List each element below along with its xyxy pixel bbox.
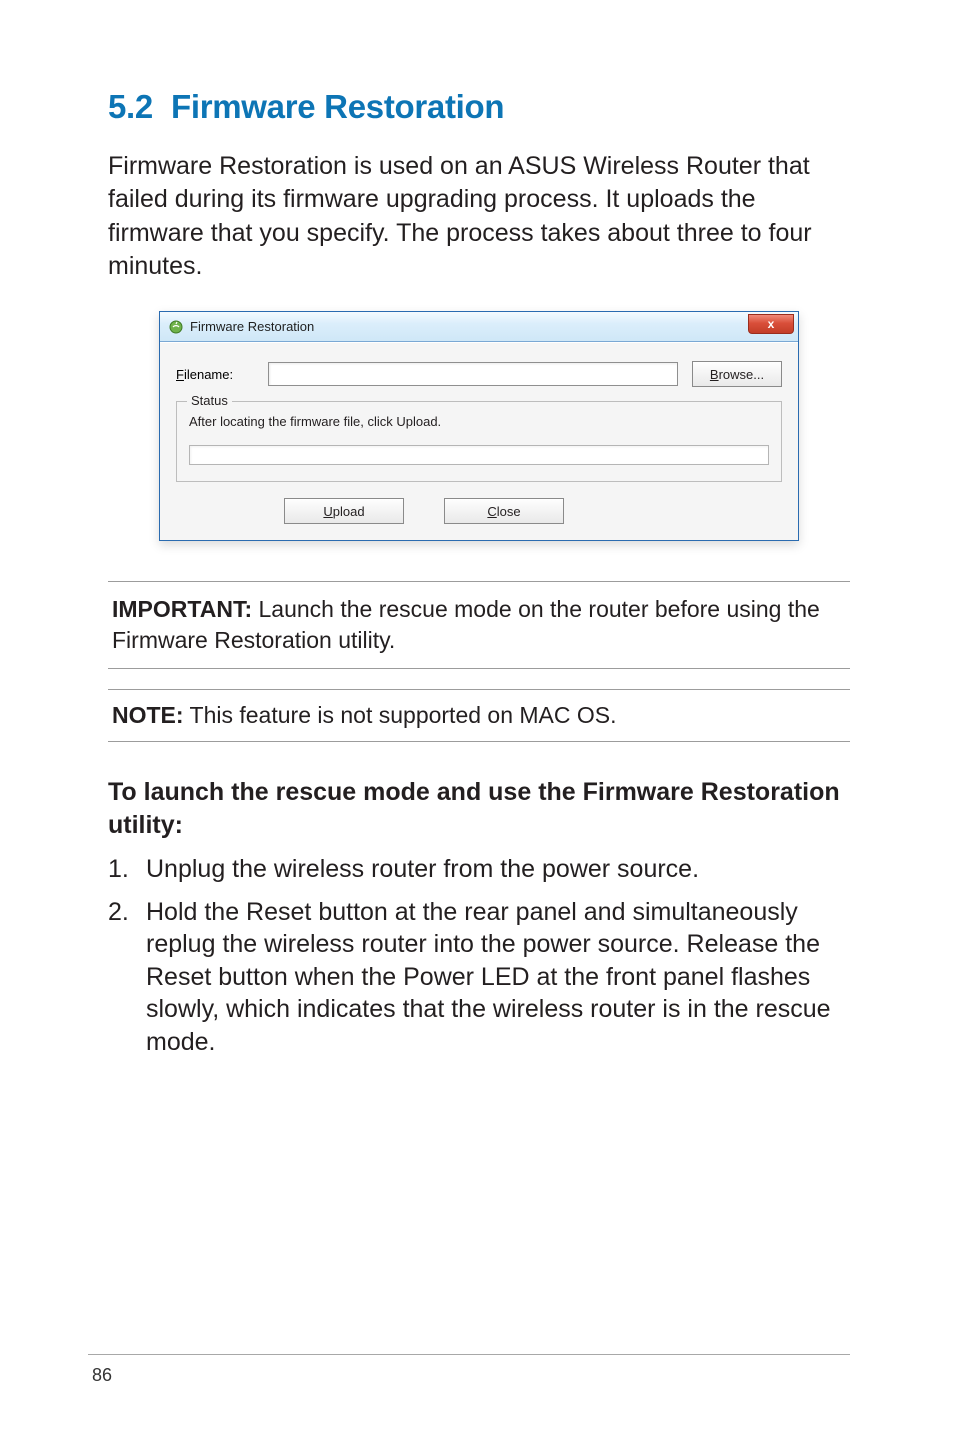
close-icon: x [768, 317, 775, 331]
list-item: Unplug the wireless router from the powe… [108, 853, 850, 886]
dialog-title: Firmware Restoration [190, 319, 748, 334]
filename-input[interactable] [268, 362, 678, 386]
dialog-body: Filename: Browse... Status After locatin… [160, 342, 798, 540]
important-label: IMPORTANT: [112, 596, 252, 622]
section-title: Firmware Restoration [171, 88, 504, 125]
footer-rule [88, 1354, 850, 1355]
procedure-subheading: To launch the rescue mode and use the Fi… [108, 776, 850, 841]
status-text: After locating the firmware file, click … [189, 414, 769, 429]
note-label: NOTE: [112, 702, 184, 728]
list-item: Hold the Reset button at the rear panel … [108, 896, 850, 1059]
app-icon [168, 319, 184, 335]
window-close-button[interactable]: x [748, 314, 794, 334]
status-legend: Status [187, 393, 232, 408]
dialog-screenshot: Firmware Restoration x Filename: Browse.… [108, 311, 850, 541]
section-heading: 5.2 Firmware Restoration [108, 88, 850, 126]
dialog-titlebar: Firmware Restoration x [160, 312, 798, 342]
page-footer: 86 [0, 1354, 954, 1386]
important-callout: IMPORTANT: Launch the rescue mode on the… [108, 581, 850, 669]
progress-bar [189, 445, 769, 465]
status-fieldset: Status After locating the firmware file,… [176, 401, 782, 482]
steps-list: Unplug the wireless router from the powe… [108, 853, 850, 1058]
upload-button[interactable]: Upload [284, 498, 404, 524]
intro-paragraph: Firmware Restoration is used on an ASUS … [108, 150, 850, 283]
note-callout: NOTE: This feature is not supported on M… [108, 689, 850, 742]
note-text: This feature is not supported on MAC OS. [184, 702, 617, 728]
section-number: 5.2 [108, 88, 153, 125]
firmware-restoration-dialog: Firmware Restoration x Filename: Browse.… [159, 311, 799, 541]
filename-label: Filename: [176, 367, 254, 382]
page-number: 86 [88, 1365, 850, 1386]
close-button[interactable]: Close [444, 498, 564, 524]
browse-button[interactable]: Browse... [692, 361, 782, 387]
